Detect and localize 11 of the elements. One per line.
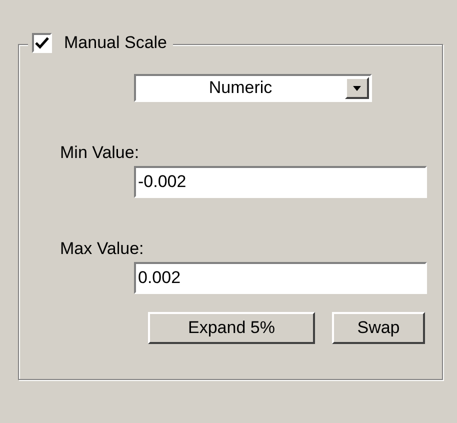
check-icon <box>35 36 49 49</box>
dropdown[interactable]: Numeric <box>134 74 372 102</box>
action-button[interactable]: Swap <box>332 312 425 344</box>
input-field[interactable]: 0.002 <box>134 262 427 294</box>
checkbox[interactable] <box>32 32 52 53</box>
field-label: Max Value: <box>59 238 145 258</box>
action-button[interactable]: Expand 5% <box>148 312 315 344</box>
group-title: Manual Scale <box>64 32 168 54</box>
caret-icon <box>353 86 361 90</box>
input-field[interactable]: -0.002 <box>134 166 427 198</box>
field-label: Min Value: <box>59 142 140 162</box>
